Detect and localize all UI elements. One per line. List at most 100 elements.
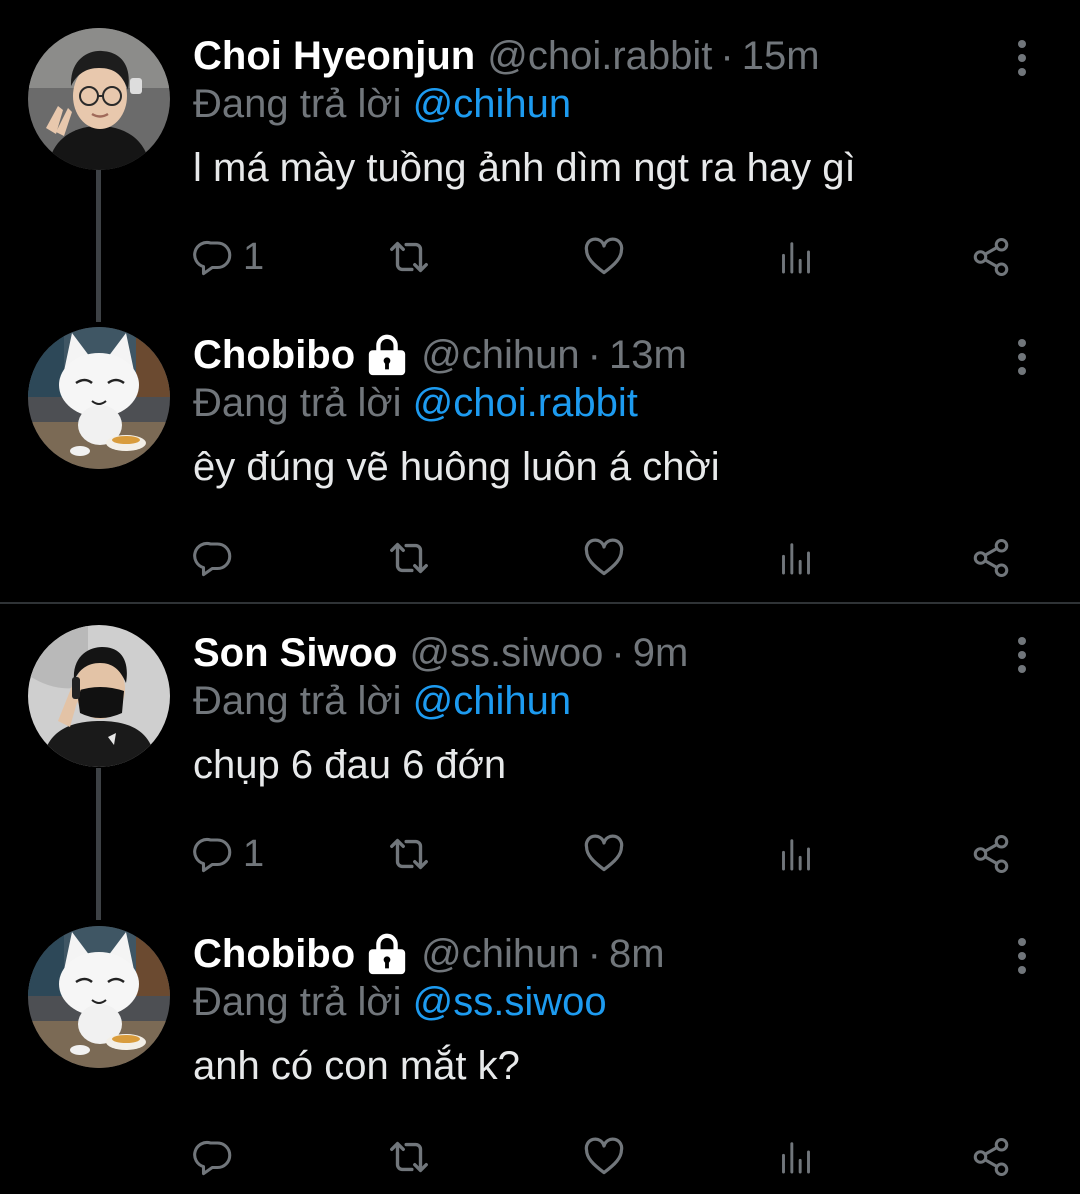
like-button[interactable] bbox=[582, 829, 626, 879]
like-icon bbox=[582, 1135, 626, 1179]
like-icon bbox=[582, 832, 626, 876]
white-cat-avatar-image bbox=[28, 926, 170, 1068]
replying-to-label: Đang trả lời bbox=[193, 381, 402, 425]
retweet-button[interactable] bbox=[386, 829, 432, 879]
retweet-icon bbox=[386, 535, 432, 581]
tweet-header: Son Siwoo @ss.siwoo · 9m bbox=[193, 625, 688, 681]
reply-button[interactable]: 1 bbox=[193, 232, 264, 282]
reply-count: 1 bbox=[243, 832, 265, 875]
retweet-icon bbox=[386, 831, 432, 877]
tweet-header: Choi Hyeonjun @choi.rabbit · 15m bbox=[193, 28, 820, 84]
views-button[interactable] bbox=[776, 1132, 816, 1182]
replying-to: Đang trả lời @chihun bbox=[193, 679, 571, 724]
like-icon bbox=[582, 235, 626, 279]
share-icon bbox=[970, 1136, 1012, 1178]
like-button[interactable] bbox=[582, 533, 626, 583]
display-name[interactable]: Chobibo bbox=[193, 333, 355, 378]
reply-button[interactable]: 1 bbox=[193, 829, 264, 879]
avatar[interactable] bbox=[28, 28, 170, 170]
tweet[interactable]: Choi Hyeonjun @choi.rabbit · 15m Đang tr… bbox=[0, 28, 1080, 288]
share-icon bbox=[970, 236, 1012, 278]
tweet[interactable]: Chobibo @chihun · 13m Đang trả lời @choi… bbox=[0, 327, 1080, 587]
mention-link[interactable]: @choi.rabbit bbox=[413, 381, 638, 425]
reply-icon bbox=[193, 833, 235, 875]
share-icon bbox=[970, 833, 1012, 875]
timestamp[interactable]: 15m bbox=[742, 34, 820, 79]
retweet-button[interactable] bbox=[386, 533, 432, 583]
user-handle[interactable]: @choi.rabbit bbox=[487, 34, 712, 79]
views-button[interactable] bbox=[776, 533, 816, 583]
views-icon bbox=[776, 1137, 816, 1177]
reply-button[interactable] bbox=[193, 533, 243, 583]
reply-button[interactable] bbox=[193, 1132, 243, 1182]
avatar[interactable] bbox=[28, 327, 170, 469]
tweet-actions: 1 bbox=[0, 829, 1080, 879]
separator-dot: · bbox=[720, 33, 734, 78]
share-button[interactable] bbox=[970, 533, 1012, 583]
like-icon bbox=[582, 536, 626, 580]
tweet-actions bbox=[0, 533, 1080, 583]
replying-to-label: Đang trả lời bbox=[193, 679, 402, 723]
timestamp[interactable]: 13m bbox=[609, 333, 687, 378]
tweet[interactable]: Chobibo @chihun · 8m Đang trả lời @ss.si… bbox=[0, 926, 1080, 1188]
tweet-header: Chobibo @chihun · 13m bbox=[193, 327, 687, 383]
replying-to-label: Đang trả lời bbox=[193, 980, 402, 1024]
conversation-divider bbox=[0, 602, 1080, 604]
avatar[interactable] bbox=[28, 625, 170, 767]
user-handle[interactable]: @chihun bbox=[421, 333, 579, 378]
separator-dot: · bbox=[587, 931, 601, 976]
like-button[interactable] bbox=[582, 1132, 626, 1182]
retweet-button[interactable] bbox=[386, 1132, 432, 1182]
tweet-text: anh có con mắt k? bbox=[193, 1044, 520, 1088]
user-handle[interactable]: @chihun bbox=[421, 932, 579, 977]
display-name[interactable]: Son Siwoo bbox=[193, 631, 397, 676]
tweet-actions bbox=[0, 1132, 1080, 1182]
tweet-text: l má mày tuồng ảnh dìm ngt ra hay gì bbox=[193, 146, 856, 190]
more-icon[interactable] bbox=[1008, 36, 1036, 76]
views-icon bbox=[776, 237, 816, 277]
white-cat-avatar-image bbox=[28, 327, 170, 469]
lock-icon bbox=[365, 932, 409, 976]
display-name[interactable]: Chobibo bbox=[193, 932, 355, 977]
replying-to: Đang trả lời @choi.rabbit bbox=[193, 381, 638, 426]
tweet-text: êy đúng vẽ huông luôn á chời bbox=[193, 445, 720, 489]
mention-link[interactable]: @chihun bbox=[413, 82, 571, 126]
more-icon[interactable] bbox=[1008, 633, 1036, 673]
tweet[interactable]: Son Siwoo @ss.siwoo · 9m Đang trả lời @c… bbox=[0, 625, 1080, 885]
share-icon bbox=[970, 537, 1012, 579]
replying-to-label: Đang trả lời bbox=[193, 82, 402, 126]
mention-link[interactable]: @ss.siwoo bbox=[413, 980, 607, 1024]
lock-icon bbox=[365, 333, 409, 377]
share-button[interactable] bbox=[970, 232, 1012, 282]
person-glasses-avatar-image bbox=[28, 28, 170, 170]
replying-to: Đang trả lời @chihun bbox=[193, 82, 571, 127]
reply-icon bbox=[193, 537, 235, 579]
share-button[interactable] bbox=[970, 1132, 1012, 1182]
person-mask-avatar-image bbox=[28, 625, 170, 767]
timestamp[interactable]: 8m bbox=[609, 932, 665, 977]
views-button[interactable] bbox=[776, 232, 816, 282]
reply-icon bbox=[193, 1136, 235, 1178]
views-icon bbox=[776, 538, 816, 578]
like-button[interactable] bbox=[582, 232, 626, 282]
tweet-header: Chobibo @chihun · 8m bbox=[193, 926, 665, 982]
replying-to: Đang trả lời @ss.siwoo bbox=[193, 980, 607, 1025]
user-handle[interactable]: @ss.siwoo bbox=[409, 631, 603, 676]
tweet-text: chụp 6 đau 6 đớn bbox=[193, 743, 507, 787]
timestamp[interactable]: 9m bbox=[633, 631, 689, 676]
share-button[interactable] bbox=[970, 829, 1012, 879]
reply-icon bbox=[193, 236, 235, 278]
more-icon[interactable] bbox=[1008, 335, 1036, 375]
views-button[interactable] bbox=[776, 829, 816, 879]
separator-dot: · bbox=[587, 332, 601, 377]
retweet-icon bbox=[386, 1134, 432, 1180]
retweet-button[interactable] bbox=[386, 232, 432, 282]
avatar[interactable] bbox=[28, 926, 170, 1068]
tweet-actions: 1 bbox=[0, 232, 1080, 282]
views-icon bbox=[776, 834, 816, 874]
reply-count: 1 bbox=[243, 235, 265, 278]
mention-link[interactable]: @chihun bbox=[413, 679, 571, 723]
more-icon[interactable] bbox=[1008, 934, 1036, 974]
display-name[interactable]: Choi Hyeonjun bbox=[193, 34, 475, 79]
separator-dot: · bbox=[611, 630, 625, 675]
